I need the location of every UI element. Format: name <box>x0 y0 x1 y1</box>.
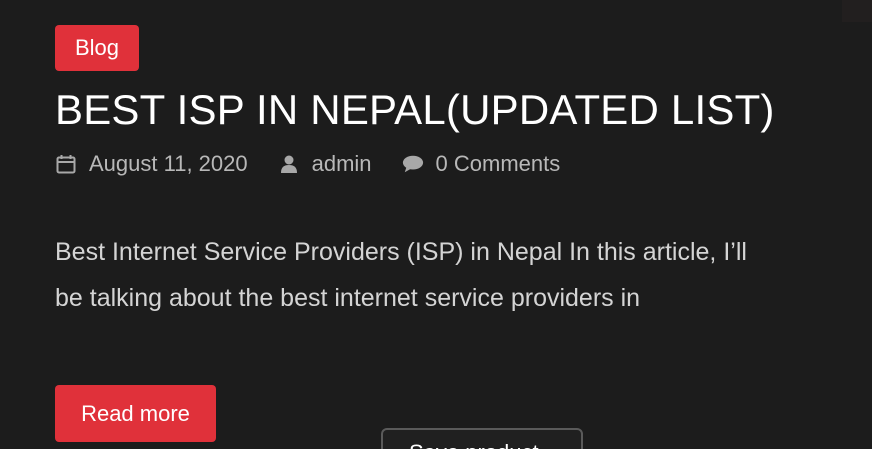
user-icon <box>278 153 300 175</box>
read-more-button[interactable]: Read more <box>55 385 216 442</box>
post-author-link[interactable]: admin <box>312 149 372 179</box>
post-meta: August 11, 2020 admin 0 Comments <box>55 149 835 179</box>
post-comments-link[interactable]: 0 Comments <box>436 149 561 179</box>
calendar-icon <box>55 153 77 175</box>
post-comments: 0 Comments <box>402 149 561 179</box>
comment-bubble-icon <box>402 153 424 175</box>
post-author: admin <box>278 149 372 179</box>
save-product-button[interactable]: Save product <box>381 428 583 449</box>
post-excerpt: Best Internet Service Providers (ISP) in… <box>55 238 747 312</box>
post-date: August 11, 2020 <box>55 149 248 179</box>
post-title[interactable]: BEST ISP IN NEPAL(UPDATED LIST) <box>55 85 835 135</box>
save-product-label: Save product <box>409 440 539 449</box>
blog-post-card: Blog BEST ISP IN NEPAL(UPDATED LIST) Aug… <box>55 25 835 346</box>
post-date-text: August 11, 2020 <box>89 151 248 176</box>
top-right-corner-block <box>842 0 872 22</box>
category-badge[interactable]: Blog <box>55 25 140 71</box>
